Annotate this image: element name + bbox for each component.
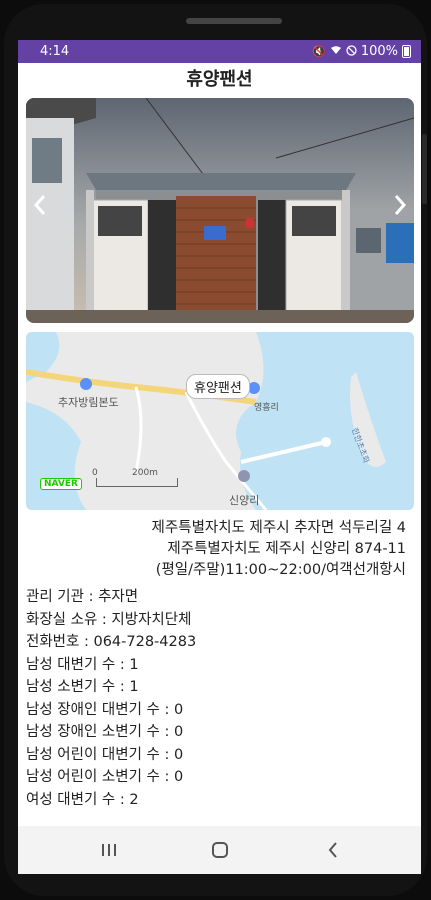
detail-item: 남성 대변기 수 : 1 <box>26 656 139 673</box>
map-label: 추자방림본도 <box>58 396 119 409</box>
recents-button[interactable] <box>94 838 124 862</box>
recents-icon <box>102 844 116 856</box>
next-photo-button[interactable] <box>388 193 412 223</box>
detail-item: 여성 대변기 수 : 2 <box>26 791 139 808</box>
side-button <box>422 134 427 204</box>
back-icon <box>328 842 337 858</box>
toilet-photo[interactable] <box>26 98 414 323</box>
map-label: 영흥리 <box>254 403 279 413</box>
map-label: 신양리 <box>229 494 260 507</box>
detail-item: 화장실 소유 : 지방자치단체 <box>26 611 192 628</box>
mute-icon: 🔇 <box>312 45 326 58</box>
detail-item: 남성 소변기 수 : 1 <box>26 679 139 695</box>
road-address: 제주특별자치도 제주시 추자면 석두리길 4 <box>151 520 406 536</box>
speaker-grill <box>186 18 282 24</box>
detail-item: 남성 어린이 대변기 수 : 0 <box>26 746 184 763</box>
battery-icon <box>402 45 411 58</box>
details-list: 관리 기관 : 추자면 화장실 소유 : 지방자치단체 전화번호 : 064-7… <box>26 586 196 811</box>
battery-percent: 100% <box>360 44 398 59</box>
scale-start: 0 <box>92 468 98 478</box>
screen: 4:14 🔇 100% 휴양팬션 휴양팬션 추자방림본도 신양리 영흥리 한한초… <box>18 40 421 874</box>
page-title: 휴양팬션 <box>186 69 253 90</box>
detail-item: 남성 어린이 소변기 수 : 0 <box>26 769 184 785</box>
scale-end: 200m <box>132 468 158 478</box>
map-scale-labels: 0 200m <box>92 468 192 478</box>
map-scale <box>96 478 178 487</box>
no-disturb-icon <box>346 44 357 59</box>
chevron-left-icon <box>33 195 46 215</box>
back-button[interactable] <box>318 838 348 862</box>
wifi-icon <box>330 45 342 58</box>
location-map[interactable]: 휴양팬션 추자방림본도 신양리 영흥리 한한초초화 NAVER 0 200m <box>26 332 414 510</box>
opening-hours: (평일/주말)11:00~22:00/여객선개항시 <box>155 562 406 578</box>
detail-item: 남성 장애인 소변기 수 : 0 <box>26 724 184 740</box>
status-time: 4:14 <box>40 44 70 59</box>
address-block: 제주특별자치도 제주시 추자면 석두리길 4 제주특별자치도 제주시 신양리 8… <box>152 518 406 581</box>
status-bar: 4:14 🔇 100% <box>18 40 421 63</box>
detail-item: 관리 기관 : 추자면 <box>26 589 139 605</box>
naver-logo: NAVER <box>40 478 82 490</box>
lot-address: 제주특별자치도 제주시 신양리 874-11 <box>167 541 406 557</box>
detail-item: 남성 장애인 대변기 수 : 0 <box>26 701 184 718</box>
prev-photo-button[interactable] <box>28 193 52 223</box>
phone-frame: 4:14 🔇 100% 휴양팬션 휴양팬션 추자방림본도 신양리 영흥리 한한초… <box>4 4 427 896</box>
system-nav-bar <box>18 826 421 874</box>
status-icons: 🔇 100% <box>312 44 411 59</box>
chevron-right-icon <box>394 195 407 215</box>
home-button[interactable] <box>205 838 235 862</box>
home-icon <box>212 842 228 858</box>
detail-phone[interactable]: 전화번호 : 064-728-4283 <box>26 631 196 654</box>
map-place-label[interactable]: 휴양팬션 <box>186 374 250 399</box>
